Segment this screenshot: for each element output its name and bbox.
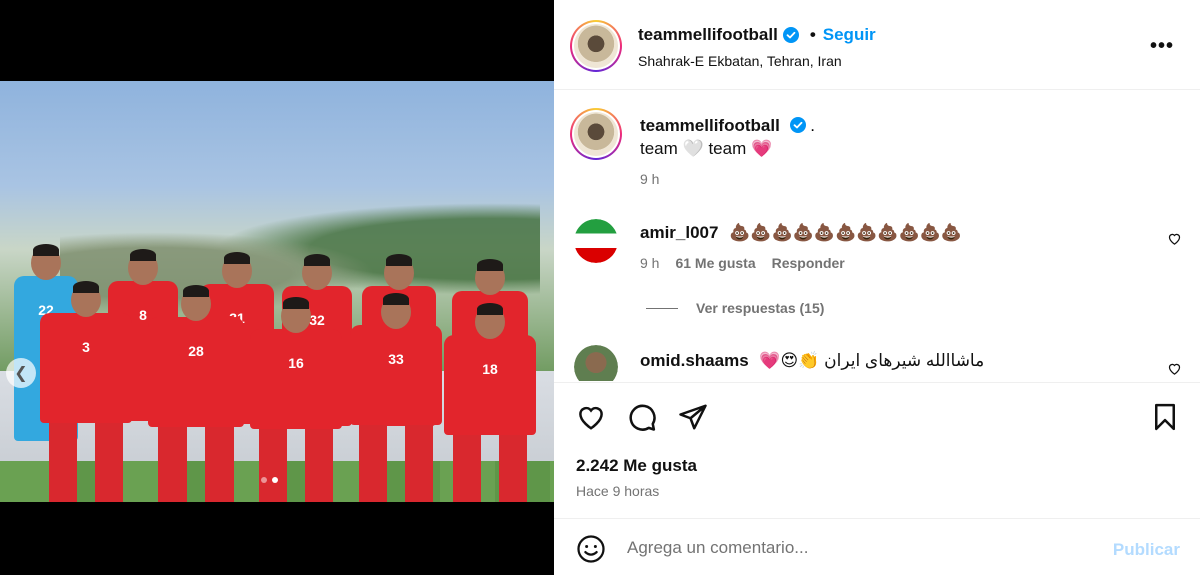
publish-button[interactable]: Publicar [1113,540,1180,560]
comment-item: amir_l007 💩💩💩💩💩💩💩💩💩💩💩 9 h 61 Me gusta Re… [554,209,1200,339]
player: 16 [250,297,342,502]
view-replies-button[interactable]: Ver respuestas (15) [646,300,824,316]
caption-header: teammellifootball . [640,116,815,136]
caption-username[interactable]: teammellifootball [640,116,780,135]
comment-like-heart-icon[interactable] [1167,231,1182,246]
white-heart-emoji: 🤍 [682,139,704,158]
verified-badge-icon [782,27,799,43]
comment-time: 9 h [640,255,660,271]
caption-trailing: . [810,116,816,135]
profile-avatar[interactable] [570,20,622,72]
commenter-avatar[interactable] [574,219,618,263]
comment-like-heart-icon[interactable] [1167,361,1182,376]
more-options-icon[interactable]: ••• [1150,35,1174,58]
caption-word: team [640,139,678,158]
comment-input[interactable] [627,535,1087,561]
jersey-number: 33 [388,351,404,367]
share-paper-plane-icon[interactable] [678,402,708,432]
jersey-number: 16 [288,355,304,371]
caption-word: team [708,139,747,158]
team-photo[interactable]: 22 8 31 32 5 15 3 28 16 33 18 [0,81,554,502]
jersey-number: 3 [82,339,90,355]
follow-button[interactable]: Seguir [823,25,876,45]
carousel-dot-active [272,477,278,483]
caption-avatar[interactable] [570,108,622,160]
username-link[interactable]: teammellifootball [638,25,778,45]
comment-item: omid.shaams 💗😍👏 ماشاالله شیرهای ایران [554,341,1200,381]
carousel-prev-button[interactable]: ❮ [6,358,36,388]
commenter-avatar[interactable] [574,345,618,381]
header-user: teammellifootball • Seguir [638,25,876,45]
caption-time: 9 h [640,171,660,187]
carousel-dots [261,477,278,483]
bookmark-icon[interactable] [1150,402,1180,432]
post-header: teammellifootball • Seguir Shahrak-E Ekb… [554,0,1200,90]
chevron-left-icon: ❮ [14,365,28,382]
reply-button[interactable]: Responder [772,255,845,271]
comment-body: 💗😍👏 ماشاالله شیرهای ایران [759,351,985,370]
comment-likes[interactable]: 61 Me gusta [675,255,755,271]
comments-list[interactable]: teammellifootball . team 🤍 team 💗 9 h am… [554,91,1200,381]
pink-heart-emoji: 💗 [750,139,773,158]
post-panel: teammellifootball • Seguir Shahrak-E Ekb… [554,0,1200,575]
player: 33 [350,293,442,502]
like-heart-icon[interactable] [576,402,606,432]
post-timestamp: Hace 9 horas [576,483,660,499]
player: 3 [40,281,132,502]
comment-meta: 9 h 61 Me gusta Responder [640,255,845,271]
location-link[interactable]: Shahrak-E Ekbatan, Tehran, Iran [638,53,842,69]
emoji-picker-icon[interactable] [576,534,606,564]
carousel-dot [261,477,267,483]
separator-dot: • [809,25,816,44]
view-replies-label: Ver respuestas (15) [696,300,825,316]
replies-divider [646,307,678,309]
player: 18 [444,303,536,502]
player: 28 [148,285,244,502]
comment-text: omid.shaams 💗😍👏 ماشاالله شیرهای ایران [640,351,984,371]
jersey-number: 28 [188,343,204,359]
likes-count[interactable]: 2.242 Me gusta [576,456,697,476]
comment-username[interactable]: amir_l007 [640,223,718,242]
post-actions: 2.242 Me gusta Hace 9 horas [554,382,1200,518]
verified-badge-icon [789,117,806,133]
jersey-number: 18 [482,361,498,377]
post-media: 22 8 31 32 5 15 3 28 16 33 18 [0,0,554,575]
comment-username[interactable]: omid.shaams [640,351,749,370]
comment-composer: Publicar [554,518,1200,575]
comment-bubble-icon[interactable] [627,402,657,432]
comment-text: amir_l007 💩💩💩💩💩💩💩💩💩💩💩 [640,223,962,243]
caption-text: team 🤍 team 💗 [640,139,772,159]
comment-body: 💩💩💩💩💩💩💩💩💩💩💩 [729,223,963,242]
